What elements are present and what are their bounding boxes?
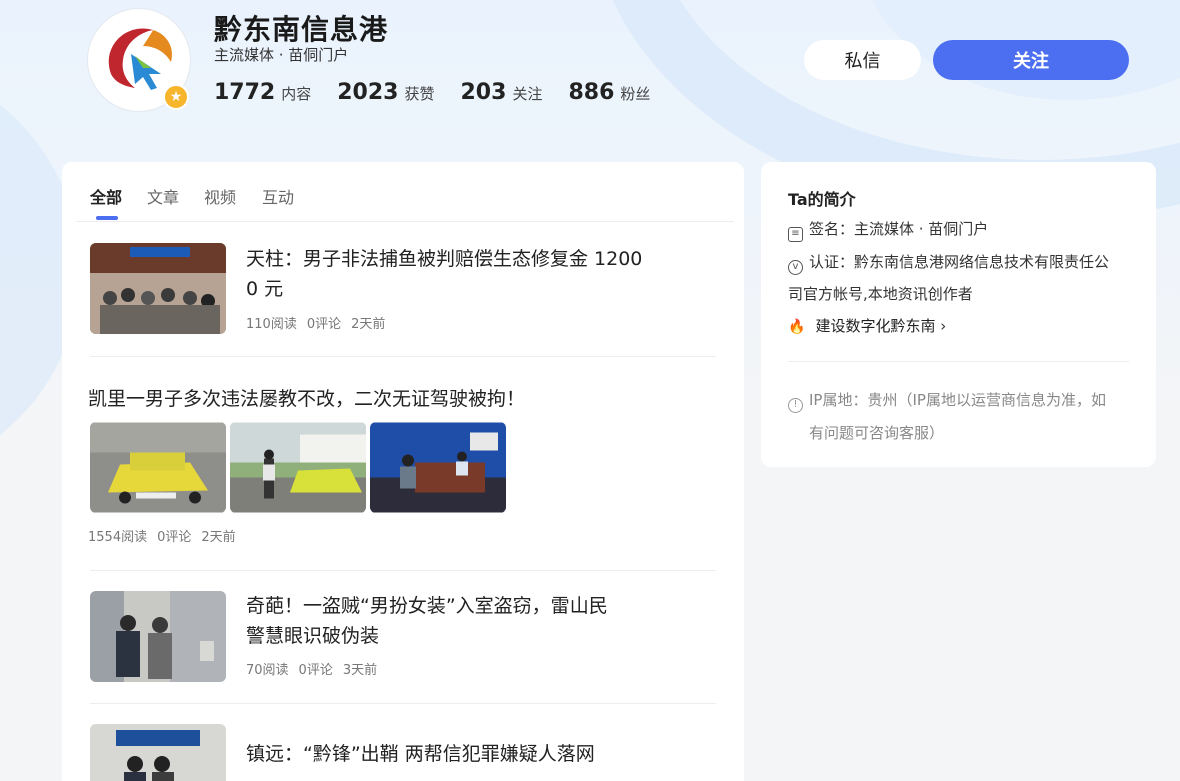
- fire-icon: 🔥: [788, 319, 806, 335]
- star-icon: ★: [163, 84, 189, 110]
- tab-bar: 全部 文章 视频 互动: [76, 162, 734, 222]
- profile-intro-card: Ta的简介 ≡ 签名：主流媒体 · 苗侗门户 v 认证：黔东南信息港网络信息技术有限…: [761, 162, 1156, 467]
- divider: [90, 356, 716, 357]
- stat-content[interactable]: 1772 内容: [214, 80, 311, 105]
- intro-link-row: 🔥 建设数字化黔东南 ›: [788, 310, 1133, 343]
- account-subtitle: 主流媒体 · 苗侗门户: [214, 46, 349, 64]
- chevron-right-icon: ›: [935, 317, 947, 335]
- info-icon: !: [788, 398, 803, 413]
- account-name: 黔东南信息港: [214, 13, 389, 46]
- article-meta: 110阅读 0评论 2天前: [246, 317, 386, 332]
- article-title[interactable]: 天柱：男子非法捕鱼被判赔偿生态修复金 1200 0 元: [246, 244, 676, 304]
- article-meta: 70阅读 0评论 3天前: [246, 663, 378, 678]
- intro-title: Ta的简介: [788, 190, 856, 209]
- active-tab-indicator: [96, 216, 118, 220]
- thumbnail-image[interactable]: [90, 724, 226, 781]
- article-title[interactable]: 镇远：“黔锋”出鞘 两帮信犯罪嫌疑人落网: [246, 739, 676, 769]
- tab-interactions[interactable]: 互动: [262, 184, 294, 208]
- intro-signature: ≡ 签名：主流媒体 · 苗侗门户: [788, 213, 1133, 245]
- article-meta: 1554阅读 0评论 2天前: [88, 530, 236, 545]
- article-title[interactable]: 奇葩！一盗贼“男扮女装”入室盗窃，雷山民 警慧眼识破伪装: [246, 591, 676, 651]
- stat-likes: 2023 获赞: [337, 80, 435, 105]
- stats-bar: 1772 内容 2023 获赞 203 关注 886 粉丝: [214, 80, 650, 105]
- content-feed: 全部 文章 视频 互动 天柱：男子非法捕鱼被判赔偿生态修复金 1200 0 元 …: [62, 162, 744, 781]
- message-button[interactable]: 私信: [804, 40, 921, 80]
- divider: [90, 703, 716, 704]
- thumbnail-image[interactable]: [370, 422, 506, 513]
- tab-all[interactable]: 全部: [90, 184, 122, 208]
- verified-icon: v: [788, 260, 803, 275]
- article-title[interactable]: 凯里一男子多次违法屡教不改，二次无证驾驶被拘！: [88, 384, 708, 411]
- divider: [90, 570, 716, 571]
- stat-followers[interactable]: 886 粉丝: [568, 80, 650, 105]
- thumbnail-image[interactable]: [90, 591, 226, 682]
- intro-certification: v 认证：黔东南信息港网络信息技术有限责任公 司官方帐号,本地资讯创作者: [788, 253, 1110, 303]
- thumbnail-image[interactable]: [90, 243, 226, 334]
- avatar[interactable]: ★: [88, 9, 190, 111]
- thumbnail-image[interactable]: [230, 422, 366, 513]
- document-icon: ≡: [788, 227, 803, 242]
- tab-articles[interactable]: 文章: [147, 184, 179, 208]
- stat-following[interactable]: 203 关注: [461, 80, 543, 105]
- tab-videos[interactable]: 视频: [204, 184, 236, 208]
- intro-link[interactable]: 建设数字化黔东南: [815, 317, 935, 335]
- ip-location: ! IP属地：贵州（IP属地以运营商信息为准，如 有问题可咨询客服）: [788, 384, 1133, 450]
- thumbnail-image[interactable]: [90, 422, 226, 513]
- divider: [788, 361, 1129, 362]
- follow-button[interactable]: 关注: [933, 40, 1129, 80]
